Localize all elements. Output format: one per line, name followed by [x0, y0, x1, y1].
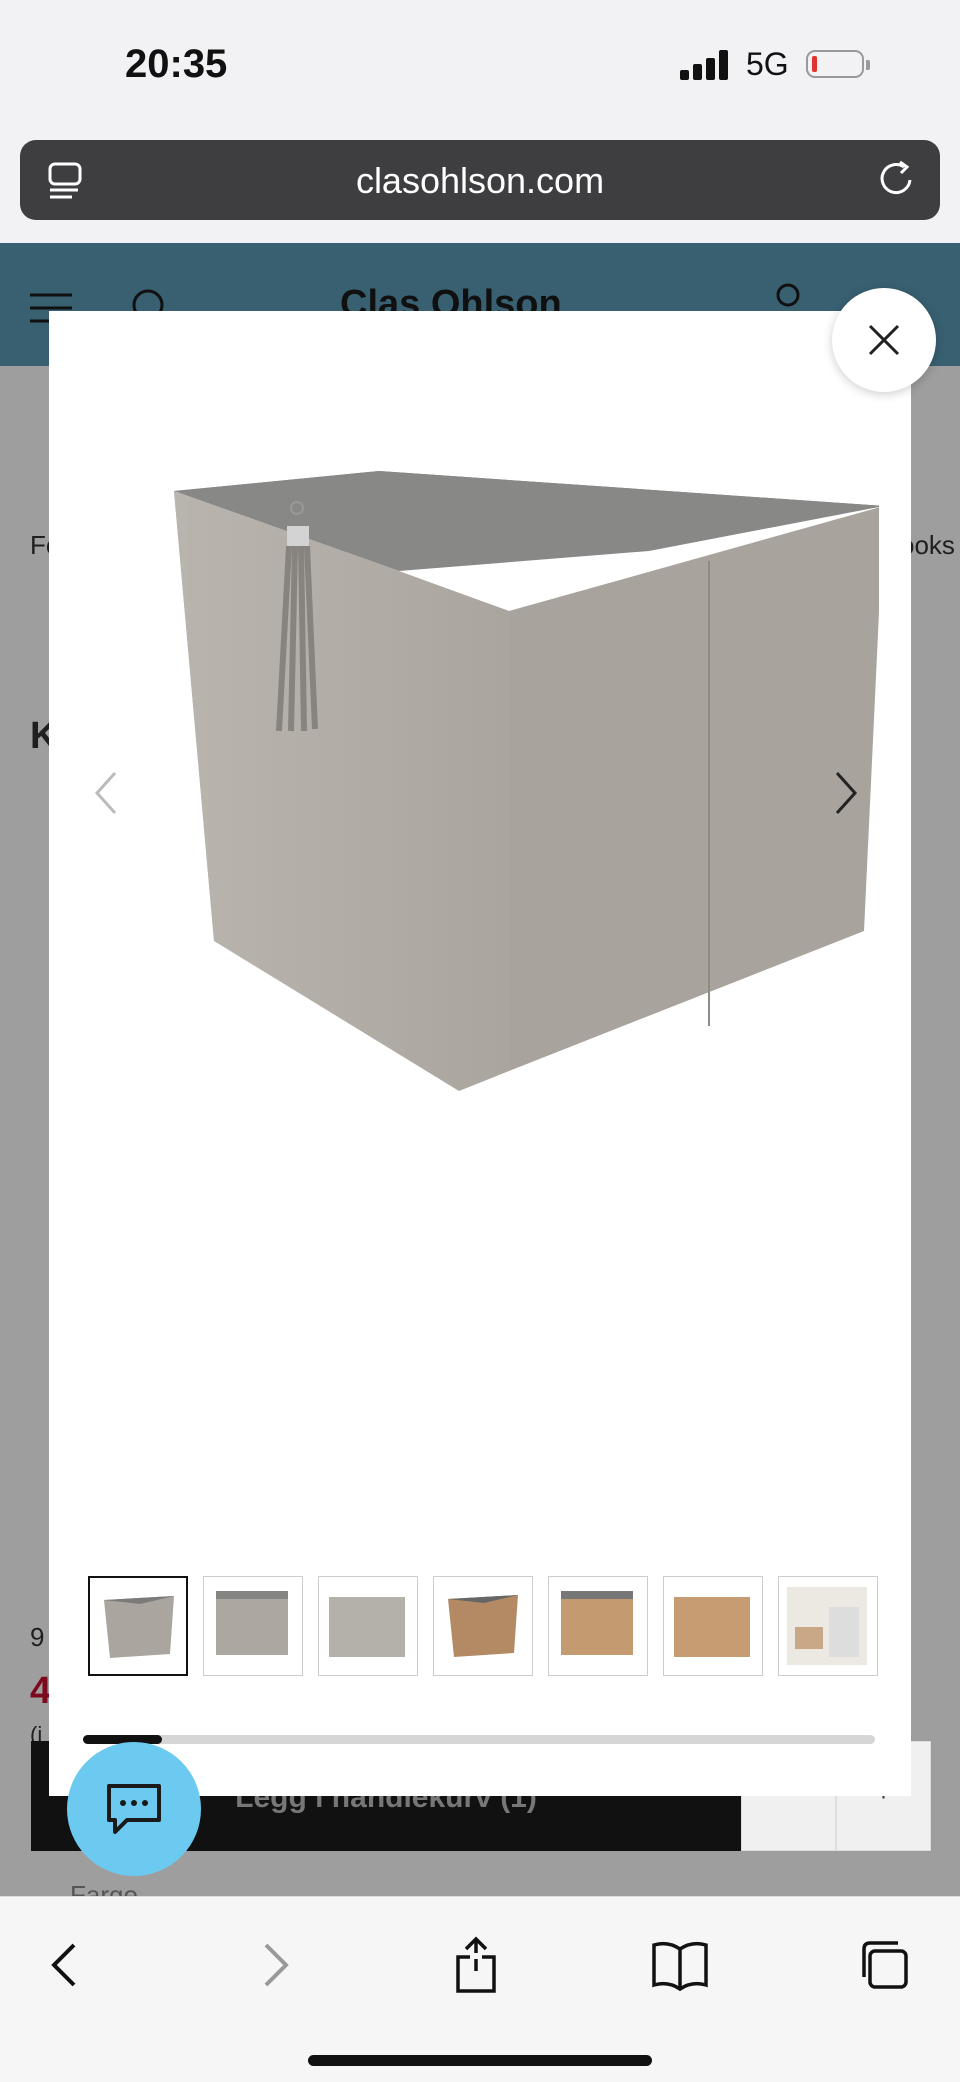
previous-image-arrow-icon[interactable] [87, 763, 127, 823]
home-indicator [308, 2055, 652, 2066]
product-image [174, 471, 879, 1091]
network-label: 5G [746, 46, 789, 82]
chat-button[interactable] [67, 1742, 201, 1876]
thumbnail-image [448, 1595, 518, 1657]
chat-icon [107, 1784, 161, 1834]
battery-icon [806, 50, 870, 78]
thumbnail-strip[interactable] [88, 1576, 878, 1678]
thumbnail-image [216, 1591, 288, 1655]
close-gallery-button[interactable] [832, 288, 936, 392]
thumbnail-image [787, 1587, 867, 1665]
status-bar: 20:35 5G [0, 0, 960, 130]
tabs-icon[interactable] [854, 1935, 914, 1995]
signal-icon [680, 50, 730, 80]
status-time: 20:35 [125, 42, 228, 86]
thumbnail-7[interactable] [778, 1576, 878, 1676]
thumbnail-5[interactable] [548, 1576, 648, 1676]
url-bar[interactable]: clasohlson.com [20, 140, 940, 220]
thumbnail-scroll-track[interactable] [83, 1735, 875, 1744]
close-icon [868, 324, 900, 356]
reload-icon[interactable] [876, 158, 918, 200]
next-image-arrow-icon[interactable] [825, 763, 865, 823]
thumbnail-1[interactable] [88, 1576, 188, 1676]
share-icon[interactable] [446, 1935, 506, 1995]
thumbnail-image [561, 1591, 633, 1655]
bookmarks-icon[interactable] [650, 1935, 710, 1995]
url-text[interactable]: clasohlson.com [20, 160, 940, 202]
thumbnail-3[interactable] [318, 1576, 418, 1676]
thumbnail-image [674, 1597, 750, 1657]
image-gallery-modal [49, 311, 911, 1796]
back-icon[interactable] [36, 1935, 96, 1995]
thumbnail-4[interactable] [433, 1576, 533, 1676]
thumbnail-6[interactable] [663, 1576, 763, 1676]
thumbnail-image [104, 1596, 174, 1658]
forward-icon[interactable] [244, 1935, 304, 1995]
browser-toolbar [0, 1896, 960, 2082]
thumbnail-image [329, 1597, 405, 1657]
thumbnail-2[interactable] [203, 1576, 303, 1676]
